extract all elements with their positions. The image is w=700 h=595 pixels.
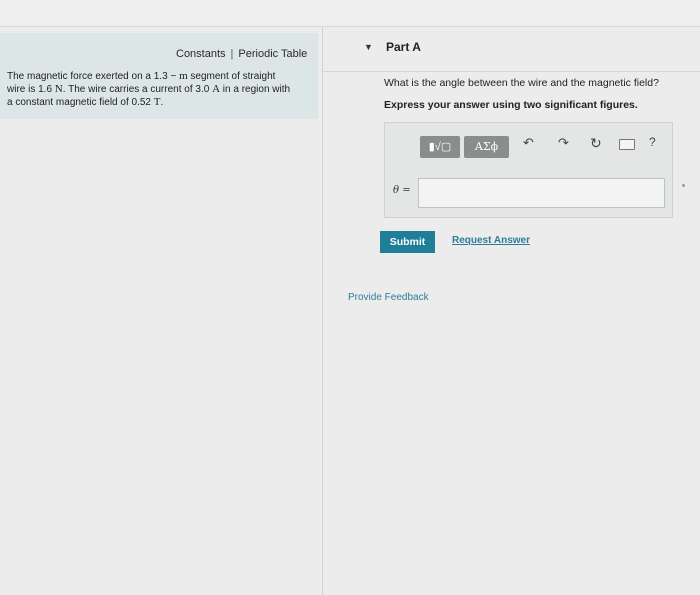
problem-text-part: in a region with [220, 84, 291, 95]
part-header[interactable]: ▼ Part A [323, 27, 700, 72]
question-pane: ▼ Part A What is the angle between the w… [323, 27, 700, 595]
resource-links: Constants | Periodic Table [176, 48, 307, 60]
answer-input[interactable] [418, 178, 665, 208]
decorative-dot [682, 184, 685, 187]
problem-text-part: a constant magnetic field of 0.52 [7, 97, 154, 108]
constants-link[interactable]: Constants [176, 48, 226, 60]
submit-button[interactable]: Submit [380, 231, 435, 253]
collapse-caret-icon[interactable]: ▼ [364, 42, 373, 52]
unit-newton: N [54, 83, 63, 95]
request-answer-link[interactable]: Request Answer [452, 235, 530, 246]
templates-button[interactable]: ▮√▢ [420, 136, 460, 158]
unit-meter: m [179, 70, 188, 82]
problem-text-dash: − [170, 71, 177, 82]
problem-text-part: . [160, 97, 164, 108]
answer-instruction: Express your answer using two significan… [384, 99, 638, 111]
problem-text-part: . The wire carries a current of 3.0 [62, 84, 213, 95]
answer-panel: ▮√▢ ΑΣϕ ↶ ↷ ↻ ? θ = [384, 122, 673, 218]
problem-text-part: The magnetic force exerted on a 1.3 [7, 71, 168, 82]
symbols-button[interactable]: ΑΣϕ [464, 136, 509, 158]
question-text: What is the angle between the wire and t… [384, 77, 659, 89]
problem-text: The magnetic force exerted on a 1.3 − m … [7, 70, 313, 109]
problem-text-part: segment of straight [187, 71, 276, 82]
problem-pane: Constants | Periodic Table The magnetic fo… [0, 27, 323, 595]
unit-ampere: A [212, 83, 221, 95]
periodic-table-link[interactable]: Periodic Table [238, 48, 307, 60]
theta-label: θ = [393, 185, 411, 196]
problem-statement-box: Constants | Periodic Table The magnetic fo… [0, 33, 318, 119]
help-icon[interactable]: ? [649, 135, 656, 149]
keyboard-icon[interactable] [619, 139, 635, 150]
problem-text-part: wire is 1.6 [7, 84, 55, 95]
top-bar [0, 0, 700, 27]
links-separator: | [230, 48, 234, 60]
undo-icon[interactable]: ↶ [523, 135, 534, 151]
redo-icon[interactable]: ↷ [558, 135, 569, 151]
provide-feedback-link[interactable]: Provide Feedback [348, 292, 429, 303]
part-title: Part A [386, 40, 421, 54]
unit-tesla: T [153, 96, 161, 108]
reset-icon[interactable]: ↻ [590, 135, 602, 152]
